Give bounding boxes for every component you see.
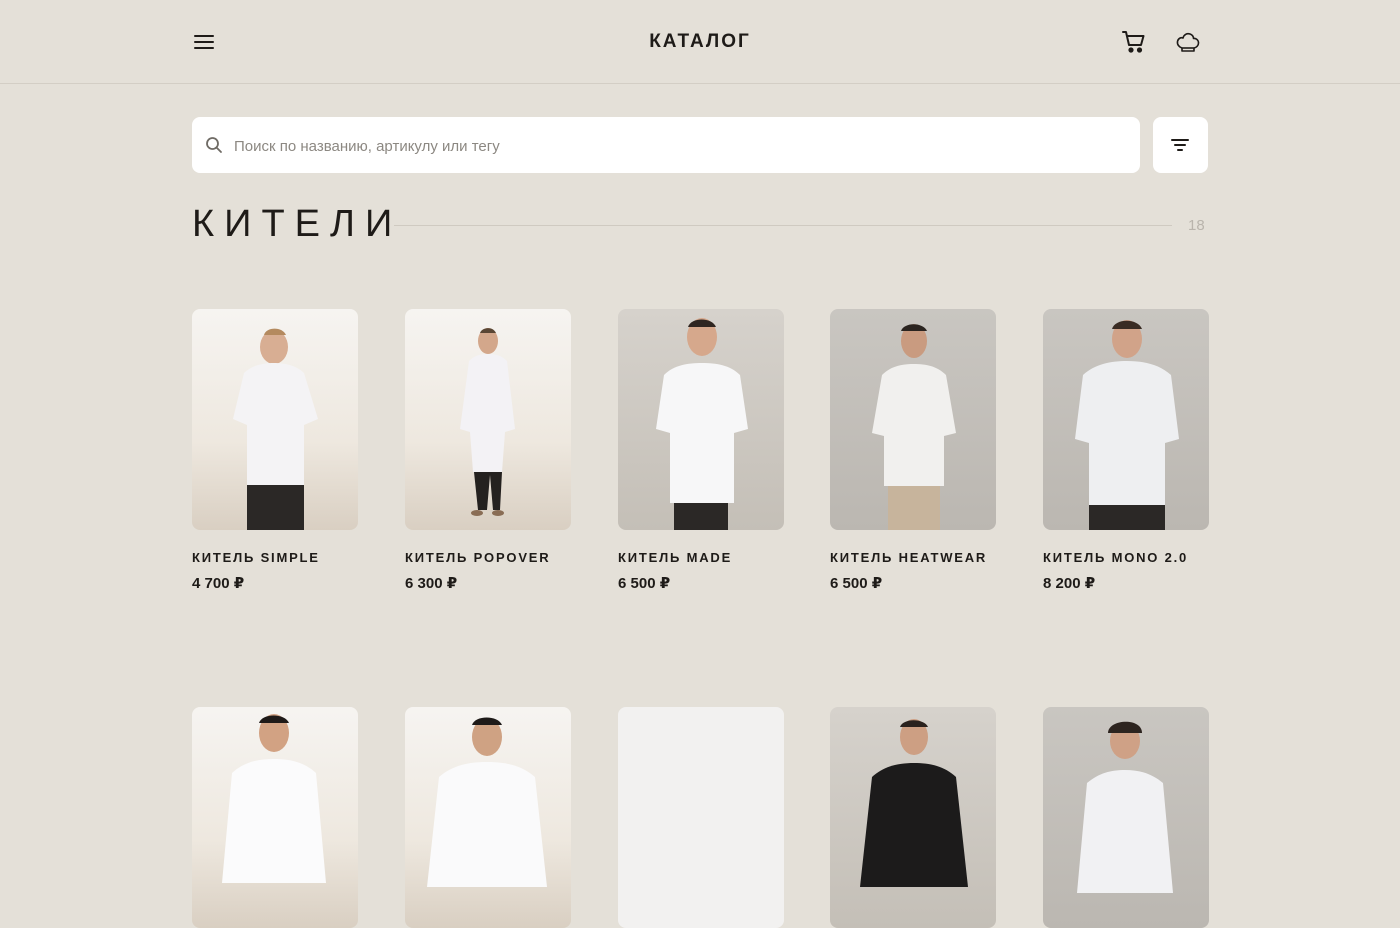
filter-icon	[1171, 139, 1189, 151]
product-photo[interactable]	[192, 309, 358, 530]
product-photo[interactable]	[830, 309, 996, 530]
top-bar: КАТАЛОГ	[0, 0, 1400, 84]
product-name: КИТЕЛЬ MADE	[618, 550, 733, 565]
product-price: 6 500 ₽	[618, 575, 671, 592]
product-card-made[interactable]: КИТЕЛЬ MADE 6 500 ₽	[618, 309, 784, 592]
product-card[interactable]	[830, 707, 996, 928]
search-bar	[192, 117, 1140, 175]
product-photo[interactable]	[405, 707, 571, 928]
cart-icon[interactable]	[1120, 28, 1148, 56]
product-name: КИТЕЛЬ HEATWEAR	[830, 550, 988, 565]
product-name: КИТЕЛЬ POPOVER	[405, 550, 551, 565]
product-card-mono[interactable]: КИТЕЛЬ MONO 2.0 8 200 ₽	[1043, 309, 1209, 592]
product-photo[interactable]	[1043, 309, 1209, 530]
product-photo[interactable]	[618, 309, 784, 530]
product-photo[interactable]	[405, 309, 571, 530]
chef-hat-icon[interactable]	[1174, 28, 1202, 56]
product-photo-placeholder[interactable]	[618, 707, 784, 928]
search-icon	[206, 137, 222, 153]
product-card-heatwear[interactable]: КИТЕЛЬ HEATWEAR 6 500 ₽	[830, 309, 996, 592]
search-input[interactable]	[232, 117, 1116, 175]
product-card[interactable]	[192, 707, 358, 928]
product-photo[interactable]	[830, 707, 996, 928]
product-photo[interactable]	[1043, 707, 1209, 928]
product-price: 6 500 ₽	[830, 575, 883, 592]
product-name: КИТЕЛЬ MONO 2.0	[1043, 550, 1189, 565]
product-card[interactable]	[1043, 707, 1209, 928]
section-divider	[394, 225, 1172, 226]
product-price: 8 200 ₽	[1043, 575, 1096, 592]
product-card-popover[interactable]: КИТЕЛЬ POPOVER 6 300 ₽	[405, 309, 571, 592]
product-card[interactable]	[405, 707, 571, 928]
product-price: 4 700 ₽	[192, 575, 245, 592]
product-card-simple[interactable]: КИТЕЛЬ SIMPLE 4 700 ₽	[192, 309, 358, 592]
product-price: 6 300 ₽	[405, 575, 458, 592]
product-card[interactable]	[618, 707, 784, 928]
product-photo[interactable]	[192, 707, 358, 928]
filter-button[interactable]	[1153, 117, 1208, 173]
product-name: КИТЕЛЬ SIMPLE	[192, 550, 320, 565]
section-title: КИТЕЛИ	[192, 203, 403, 245]
section-count: 18	[1188, 217, 1205, 234]
